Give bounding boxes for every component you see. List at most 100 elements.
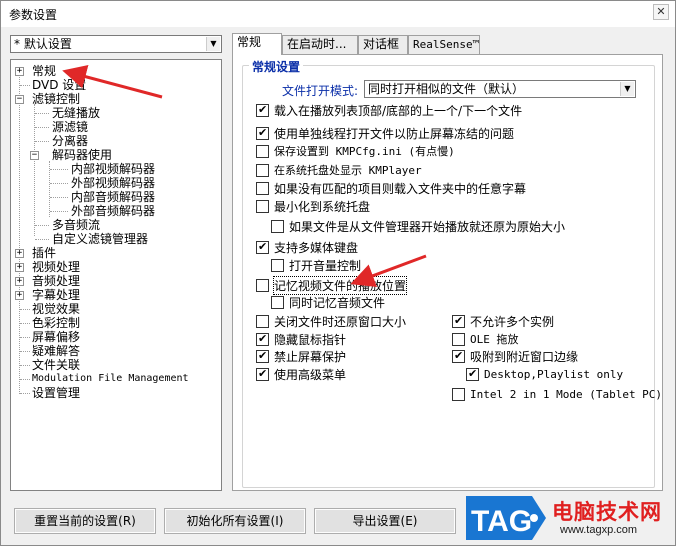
tag-logo: TAG [466, 496, 546, 540]
watermark-site-name: 电脑技术网 [552, 500, 662, 524]
tree-item-settings-management[interactable]: 设置管理 [32, 386, 80, 400]
option-label: Intel 2 in 1 Mode (Tablet PC) [470, 387, 663, 401]
option-hide-cursor[interactable]: 隐藏鼠标指针 [256, 331, 346, 347]
option-ole-drag-drop[interactable]: OLE 拖放 [452, 331, 519, 347]
window-title: 参数设置 [9, 8, 58, 22]
option-label: 最小化到系统托盘 [274, 199, 371, 214]
option-remember-audio[interactable]: 同时记忆音频文件 [271, 294, 385, 310]
checkbox[interactable] [256, 181, 269, 195]
checkbox[interactable] [256, 278, 269, 292]
option-label: 使用高级菜单 [274, 367, 347, 382]
checkbox[interactable] [256, 126, 269, 140]
checkbox[interactable] [256, 349, 269, 363]
tree-item-custom-filter-manager[interactable]: 自定义滤镜管理器 [52, 232, 148, 246]
checkbox[interactable] [256, 240, 269, 254]
tree-expander-general[interactable]: + [15, 67, 24, 76]
tree-item-audio-processing[interactable]: 音频处理 [32, 274, 80, 288]
tree-item-internal-audio-decoder[interactable]: 内部音频解码器 [71, 190, 155, 204]
option-multimedia-keyboard[interactable]: 支持多媒体键盘 [256, 239, 358, 255]
option-any-subtitle[interactable]: 如果没有匹配的项目则载入文件夹中的任意字幕 [256, 180, 526, 196]
checkbox[interactable] [452, 314, 465, 328]
option-single-instance[interactable]: 不允许多个实例 [452, 313, 554, 329]
tree-item-screen-offset[interactable]: 屏幕偏移 [32, 330, 80, 344]
checkbox[interactable] [256, 103, 269, 117]
reset-current-button[interactable]: 重置当前的设置(R) [14, 508, 156, 534]
tree-item-video-processing[interactable]: 视频处理 [32, 260, 80, 274]
tree-item-subtitle-processing[interactable]: 字幕处理 [32, 288, 80, 302]
option-label: 保存设置到 KMPCfg.ini (有点慢) [274, 145, 455, 158]
export-settings-button[interactable]: 导出设置(E) [314, 508, 456, 534]
tree-expander-decoder[interactable]: − [30, 151, 39, 160]
option-label: 如果文件是从文件管理器开始播放就还原为原始大小 [289, 219, 566, 234]
tree-expander-subtitle[interactable]: + [15, 291, 24, 300]
preset-dropdown[interactable]: * 默认设置 ▼ [10, 35, 222, 53]
tree-item-general[interactable]: 常规 [32, 64, 56, 78]
tree-item-dvd[interactable]: DVD 设置 [32, 78, 86, 92]
tree-item-external-video-decoder[interactable]: 外部视频解码器 [71, 176, 155, 190]
close-button[interactable]: ✕ [653, 4, 669, 20]
checkbox[interactable] [256, 332, 269, 346]
tree-item-external-audio-decoder[interactable]: 外部音频解码器 [71, 204, 155, 218]
svg-text:TAG: TAG [471, 505, 532, 538]
chevron-down-icon[interactable]: ▼ [206, 37, 220, 51]
checkbox[interactable] [256, 144, 269, 158]
option-desktop-playlist-only[interactable]: Desktop,Playlist only [466, 366, 623, 382]
option-advanced-menu[interactable]: 使用高级菜单 [256, 366, 346, 382]
checkbox[interactable] [256, 314, 269, 328]
option-separate-thread[interactable]: 使用单独线程打开文件以防止屏幕冻结的问题 [256, 125, 514, 141]
checkbox[interactable] [256, 199, 269, 213]
chevron-down-icon[interactable]: ▼ [620, 82, 634, 96]
tree-expander-audio[interactable]: + [15, 277, 24, 286]
option-remember-position[interactable]: 记忆视频文件的播放位置 [256, 275, 408, 295]
tab-dialogs[interactable]: 对话框 [358, 35, 408, 54]
open-mode-dropdown[interactable]: 同时打开相似的文件（默认） ▼ [364, 80, 636, 98]
checkbox[interactable] [452, 332, 465, 346]
tree-expander-plugins[interactable]: + [15, 249, 24, 258]
option-restore-window-size[interactable]: 关闭文件时还原窗口大小 [256, 313, 406, 329]
tree-item-decoder-usage[interactable]: 解码器使用 [52, 148, 112, 162]
option-save-ini[interactable]: 保存设置到 KMPCfg.ini (有点慢) [256, 143, 455, 159]
checkbox[interactable] [256, 367, 269, 381]
checkbox[interactable] [256, 163, 269, 177]
tab-realsense[interactable]: RealSense™ [408, 35, 480, 54]
option-tray-icon[interactable]: 在系统托盘处显示 KMPlayer [256, 162, 422, 178]
open-mode-value: 同时打开相似的文件（默认） [368, 82, 525, 96]
tree-item-plugins[interactable]: 插件 [32, 246, 56, 260]
checkbox[interactable] [466, 367, 479, 381]
option-disable-screensaver[interactable]: 禁止屏幕保护 [256, 348, 346, 364]
tree-expander-video[interactable]: + [15, 263, 24, 272]
tree-item-troubleshooting[interactable]: 疑难解答 [32, 344, 80, 358]
option-label: 同时记忆音频文件 [289, 295, 386, 310]
tab-on-startup[interactable]: 在启动时... [282, 35, 358, 54]
tree-item-splitter[interactable]: 分离器 [52, 134, 88, 148]
option-volume-control[interactable]: 打开音量控制 [271, 257, 361, 273]
category-tree[interactable]: + 常规 DVD 设置 − 滤镜控制 无缝播放 源滤镜 分离器 − 解码器使用 … [10, 59, 222, 491]
option-intel-2in1[interactable]: Intel 2 in 1 Mode (Tablet PC) [452, 386, 662, 402]
checkbox[interactable] [271, 295, 284, 309]
checkbox[interactable] [271, 258, 284, 272]
option-minimize-tray[interactable]: 最小化到系统托盘 [256, 198, 370, 214]
open-mode-label: 文件打开模式: [282, 84, 359, 98]
tab-general[interactable]: 常规 [232, 33, 282, 55]
checkbox[interactable] [452, 349, 465, 363]
checkbox[interactable] [452, 387, 465, 401]
option-label: 关闭文件时还原窗口大小 [274, 314, 407, 329]
preset-value: * 默认设置 [14, 37, 72, 51]
tree-item-color-control[interactable]: 色彩控制 [32, 316, 80, 330]
option-load-prev-next[interactable]: 载入在播放列表顶部/底部的上一个/下一个文件 [256, 102, 522, 118]
tree-item-multi-audio-stream[interactable]: 多音频流 [52, 218, 100, 232]
tree-item-source-filter[interactable]: 源滤镜 [52, 120, 88, 134]
init-all-button[interactable]: 初始化所有设置(I) [164, 508, 306, 534]
tree-item-modulation-file[interactable]: Modulation File Management [32, 372, 189, 386]
option-restore-original-size[interactable]: 如果文件是从文件管理器开始播放就还原为原始大小 [271, 218, 565, 234]
tree-item-seamless[interactable]: 无缝播放 [52, 106, 100, 120]
tree-item-visual-effects[interactable]: 视觉效果 [32, 302, 80, 316]
tree-item-filter-control[interactable]: 滤镜控制 [32, 92, 80, 106]
watermark: TAG 电脑技术网 www.tagxp.com [460, 492, 676, 546]
option-label: 如果没有匹配的项目则载入文件夹中的任意字幕 [274, 181, 527, 196]
tree-expander-filter[interactable]: − [15, 95, 24, 104]
tree-item-file-association[interactable]: 文件关联 [32, 358, 80, 372]
checkbox[interactable] [271, 219, 284, 233]
tree-item-internal-video-decoder[interactable]: 内部视频解码器 [71, 162, 155, 176]
option-snap-edges[interactable]: 吸附到附近窗口边缘 [452, 348, 578, 364]
